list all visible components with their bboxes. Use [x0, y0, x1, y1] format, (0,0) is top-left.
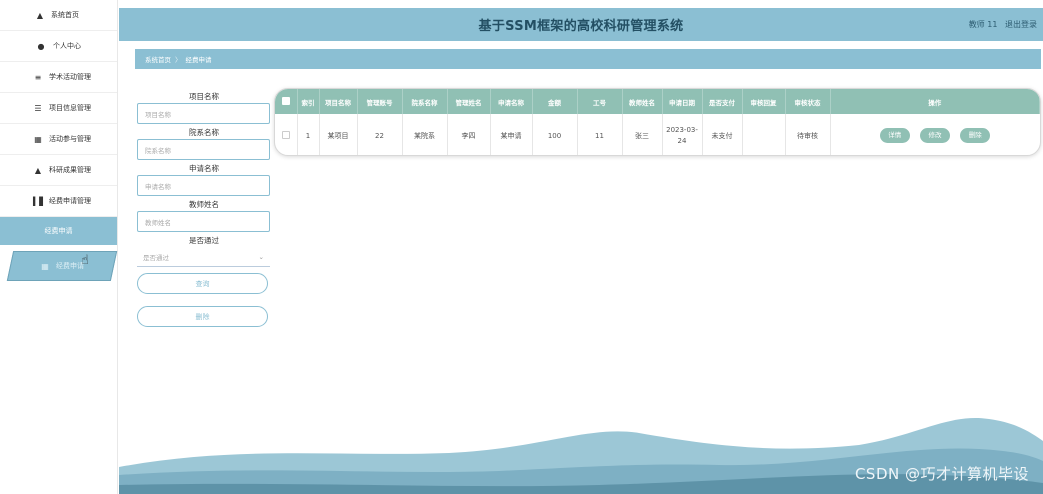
row-delete-button[interactable]: 删除 [960, 128, 991, 143]
detail-button[interactable]: 详情 [879, 128, 910, 143]
college-name-input[interactable]: 院系名称 [137, 139, 270, 160]
submenu-item-funding-apply-hover[interactable]: ▦ 经费申请 [6, 251, 118, 281]
submenu-item-label: 经费申请 [56, 262, 84, 270]
column-header: 申请名称 [490, 89, 533, 114]
cell-date-text: 2023-03-24 [666, 125, 698, 145]
passed-label: 是否通过 [189, 236, 219, 245]
project-name-label: 项目名称 [189, 92, 219, 101]
sidebar-item-label: 个人中心 [53, 42, 81, 50]
logout-link[interactable]: 退出登录 [1005, 20, 1037, 29]
row-select-cell[interactable] [275, 114, 298, 155]
home-icon: ▲ [36, 10, 44, 20]
column-header: 审核状态 [785, 89, 831, 114]
sidebar-item-research[interactable]: ▲ 科研成果管理 [0, 155, 117, 186]
chevron-down-icon: ⌄ [258, 252, 264, 261]
passed-select-value: 是否通过 [143, 253, 169, 262]
college-name-label: 院系名称 [189, 128, 219, 137]
breadcrumb-current: 经费申请 [185, 56, 212, 64]
column-header: 索引 [297, 89, 320, 114]
sidebar-item-activity[interactable]: ▦ 活动参与管理 [0, 124, 117, 155]
sidebar-item-label: 活动参与管理 [49, 135, 91, 143]
column-header: 操作 [830, 89, 1040, 114]
sidebar-item-label: 系统首页 [51, 11, 79, 19]
cell-apply: 某申请 [490, 114, 533, 155]
watermark: CSDN @巧才计算机毕设 [854, 465, 1029, 483]
cell-date: 2023-03-24 [662, 114, 703, 155]
column-header: 院系名称 [402, 89, 448, 114]
cell-teacher: 张三 [622, 114, 663, 155]
project-name-input[interactable]: 项目名称 [137, 103, 270, 124]
select-all-checkbox[interactable] [281, 96, 290, 105]
sidebar-item-label: 学术活动管理 [49, 73, 91, 81]
cell-amount: 100 [532, 114, 578, 155]
submenu-item-label: 经费申请 [44, 227, 73, 235]
grid-icon: ▦ [34, 134, 42, 144]
column-header: 项目名称 [319, 89, 358, 114]
sidebar-item-academic[interactable]: ≡ 学术活动管理 [0, 62, 117, 93]
sidebar-item-funding[interactable]: ▍▋ 经费申请管理 [0, 186, 117, 217]
delete-button[interactable]: 删除 [137, 306, 268, 327]
column-header: 管理姓名 [447, 89, 491, 114]
cell-index: 1 [297, 114, 320, 155]
data-table: 索引 项目名称 管理账号 院系名称 管理姓名 申请名称 金额 工号 教师姓名 申… [274, 88, 1041, 156]
column-header: 审核回复 [742, 89, 786, 114]
passed-select[interactable]: 是否通过 ⌄ [137, 247, 270, 267]
column-header: 工号 [577, 89, 623, 114]
person-icon: ▲ [34, 165, 42, 175]
sidebar-item-home[interactable]: ▲ 系统首页 [0, 0, 117, 31]
column-header: 管理账号 [357, 89, 403, 114]
sidebar-item-label: 项目信息管理 [49, 104, 91, 112]
user-label: 教师 11 [968, 20, 998, 29]
cell-college: 某院系 [402, 114, 448, 155]
cell-account: 22 [357, 114, 403, 155]
top-header: 基于SSM框架的高校科研管理系统 教师 11 退出登录 [119, 8, 1043, 41]
cell-manager: 李四 [447, 114, 491, 155]
column-header: 教师姓名 [622, 89, 663, 114]
cell-paid: 未支付 [702, 114, 743, 155]
column-header: 金额 [532, 89, 578, 114]
column-header: 申请日期 [662, 89, 703, 114]
submenu-item-funding-apply[interactable]: 经费申请 [0, 217, 117, 245]
table-row: 1 某项目 22 某院系 李四 某申请 100 11 张三 2023-03-24… [275, 114, 1040, 155]
hand-cursor-icon: ☝ [81, 253, 89, 268]
search-form: 项目名称 项目名称 院系名称 院系名称 申请名称 申请名称 教师姓名 教师姓名 … [137, 91, 271, 327]
apply-name-label: 申请名称 [189, 164, 219, 173]
breadcrumb-home[interactable]: 系统首页 [145, 54, 171, 64]
app-title: 基于SSM框架的高校科研管理系统 [478, 19, 684, 34]
grid-icon: ▦ [41, 261, 49, 271]
cell-project: 某项目 [319, 114, 358, 155]
sidebar-item-profile[interactable]: ● 个人中心 [0, 31, 117, 62]
cell-reply [742, 114, 786, 155]
sliders-icon: ≡ [34, 72, 42, 82]
breadcrumb-separator: 〉 [175, 56, 182, 64]
user-area: 教师 11 退出登录 [964, 19, 1037, 30]
bar-chart-icon: ▍▋ [33, 196, 46, 206]
apply-name-input[interactable]: 申请名称 [137, 175, 270, 196]
row-checkbox[interactable] [281, 130, 290, 139]
sidebar-item-label: 经费申请管理 [49, 197, 91, 205]
user-icon: ● [37, 41, 45, 51]
sidebar-item-label: 科研成果管理 [49, 166, 91, 174]
query-button[interactable]: 查询 [137, 273, 268, 294]
cell-actions: 详情 修改 删除 [830, 114, 1040, 155]
table-header-row: 索引 项目名称 管理账号 院系名称 管理姓名 申请名称 金额 工号 教师姓名 申… [275, 89, 1040, 114]
breadcrumb: 系统首页 〉 经费申请 [135, 49, 1041, 69]
select-all-cell[interactable] [275, 89, 298, 114]
sidebar-item-project[interactable]: ☰ 项目信息管理 [0, 93, 117, 124]
sidebar: ▲ 系统首页 ● 个人中心 ≡ 学术活动管理 ☰ 项目信息管理 ▦ 活动参与管理… [0, 0, 118, 494]
list-icon: ☰ [34, 103, 42, 113]
teacher-name-label: 教师姓名 [189, 200, 219, 209]
column-header: 是否支付 [702, 89, 743, 114]
edit-button[interactable]: 修改 [920, 128, 950, 143]
cell-status: 待审核 [785, 114, 831, 155]
teacher-name-input[interactable]: 教师姓名 [137, 211, 270, 232]
cell-job-no: 11 [577, 114, 623, 155]
